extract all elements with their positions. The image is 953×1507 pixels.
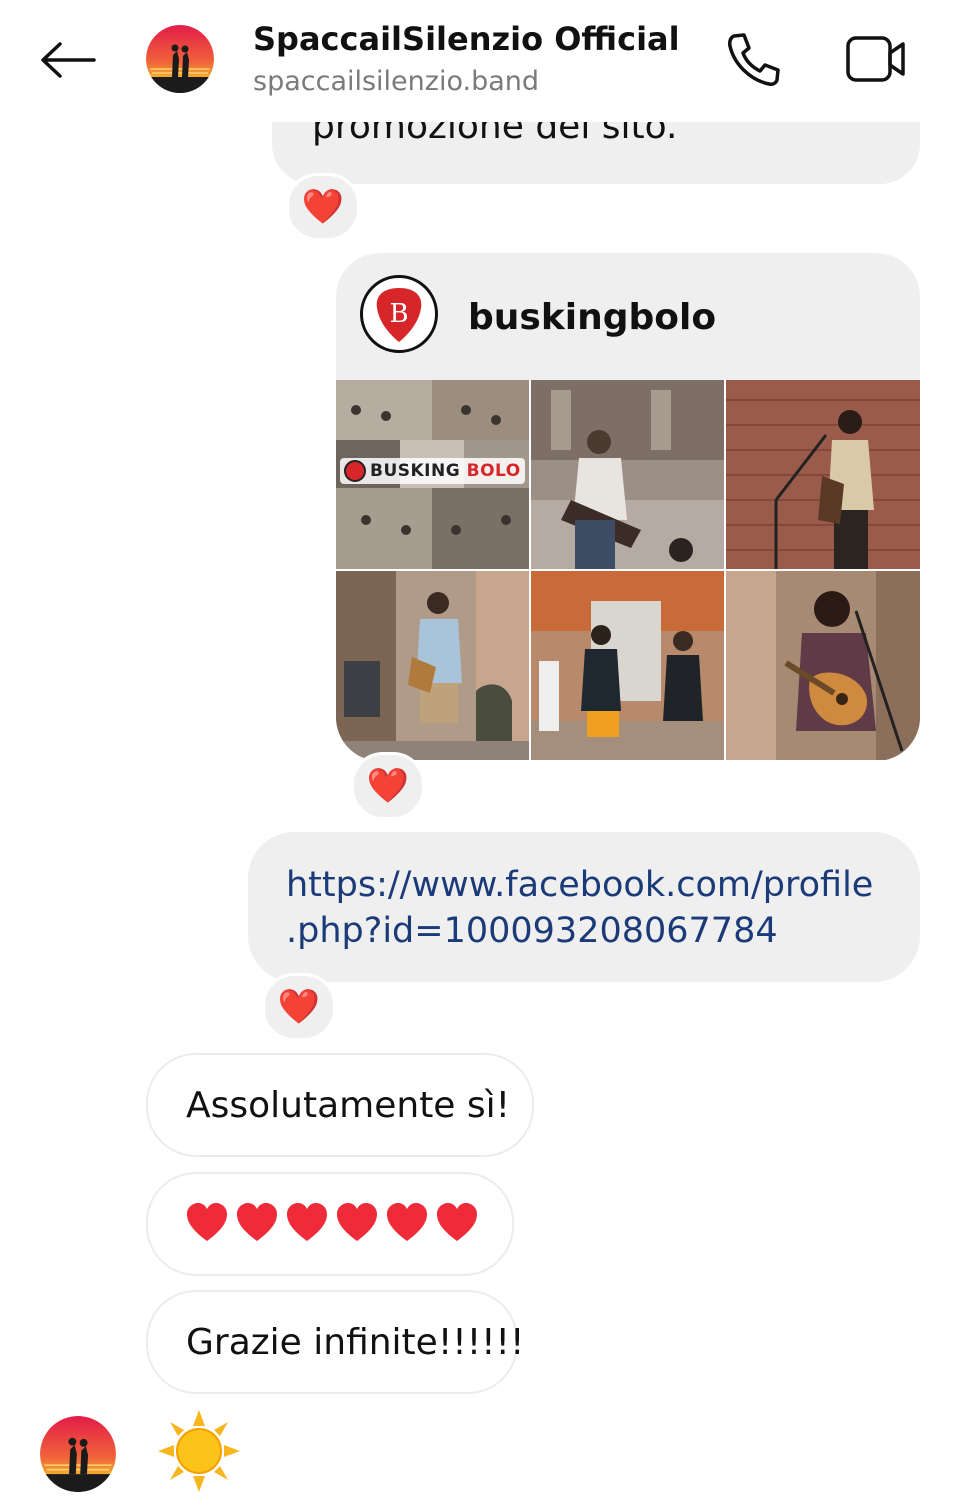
heart-icon [234, 1200, 280, 1246]
heart-icon: ❤️ [301, 187, 345, 227]
hearts-row [184, 1200, 480, 1246]
heart-reaction[interactable]: ❤️ [262, 973, 336, 1041]
post-image[interactable] [726, 380, 920, 569]
post-image[interactable] [531, 571, 724, 760]
incoming-message[interactable] [146, 1172, 514, 1276]
post-image[interactable] [336, 571, 529, 760]
sun-emoji-icon [156, 1408, 242, 1494]
shared-post[interactable]: B buskingbolo BUSKING BOLO [336, 253, 920, 761]
svg-text:B: B [389, 299, 408, 329]
phone-icon[interactable] [722, 30, 784, 88]
facebook-link[interactable]: https://www.facebook.com/profile .php?id=… [286, 862, 873, 954]
message-text: Grazie infinite!!!!!! [186, 1322, 525, 1363]
heart-icon [334, 1200, 380, 1246]
heart-icon: ❤️ [366, 766, 410, 806]
heart-icon [434, 1200, 480, 1246]
post-image[interactable] [531, 380, 724, 569]
back-arrow-icon[interactable] [38, 38, 98, 82]
video-camera-icon[interactable] [843, 32, 909, 86]
heart-icon [284, 1200, 330, 1246]
message-text: Assolutamente sì! [186, 1085, 511, 1126]
post-image-grid[interactable]: BUSKING BOLO [336, 380, 920, 761]
heart-icon [184, 1200, 230, 1246]
avatar[interactable] [146, 25, 214, 93]
heart-reaction[interactable]: ❤️ [286, 173, 360, 241]
buskingbolo-logo-icon: B [360, 275, 438, 353]
shared-post-header[interactable]: B buskingbolo [336, 253, 920, 379]
incoming-message[interactable]: Assolutamente sì! [146, 1053, 534, 1157]
avatar[interactable] [40, 1416, 116, 1492]
post-image[interactable] [726, 571, 920, 760]
heart-icon: ❤️ [277, 987, 321, 1027]
shared-account-name: buskingbolo [468, 297, 717, 338]
heart-reaction[interactable]: ❤️ [351, 752, 425, 820]
busking-bolo-watermark: BUSKING BOLO [340, 458, 525, 484]
chat-username: spaccailsilenzio.band [253, 66, 540, 97]
outgoing-link-message[interactable]: https://www.facebook.com/profile .php?id=… [248, 832, 920, 982]
post-image[interactable]: BUSKING BOLO [336, 380, 529, 569]
incoming-message[interactable]: Grazie infinite!!!!!! [146, 1290, 524, 1394]
heart-icon [384, 1200, 430, 1246]
page-title[interactable]: SpaccailSilenzio Official [253, 20, 680, 58]
chat-header: SpaccailSilenzio Official spaccailsilenz… [0, 0, 953, 122]
